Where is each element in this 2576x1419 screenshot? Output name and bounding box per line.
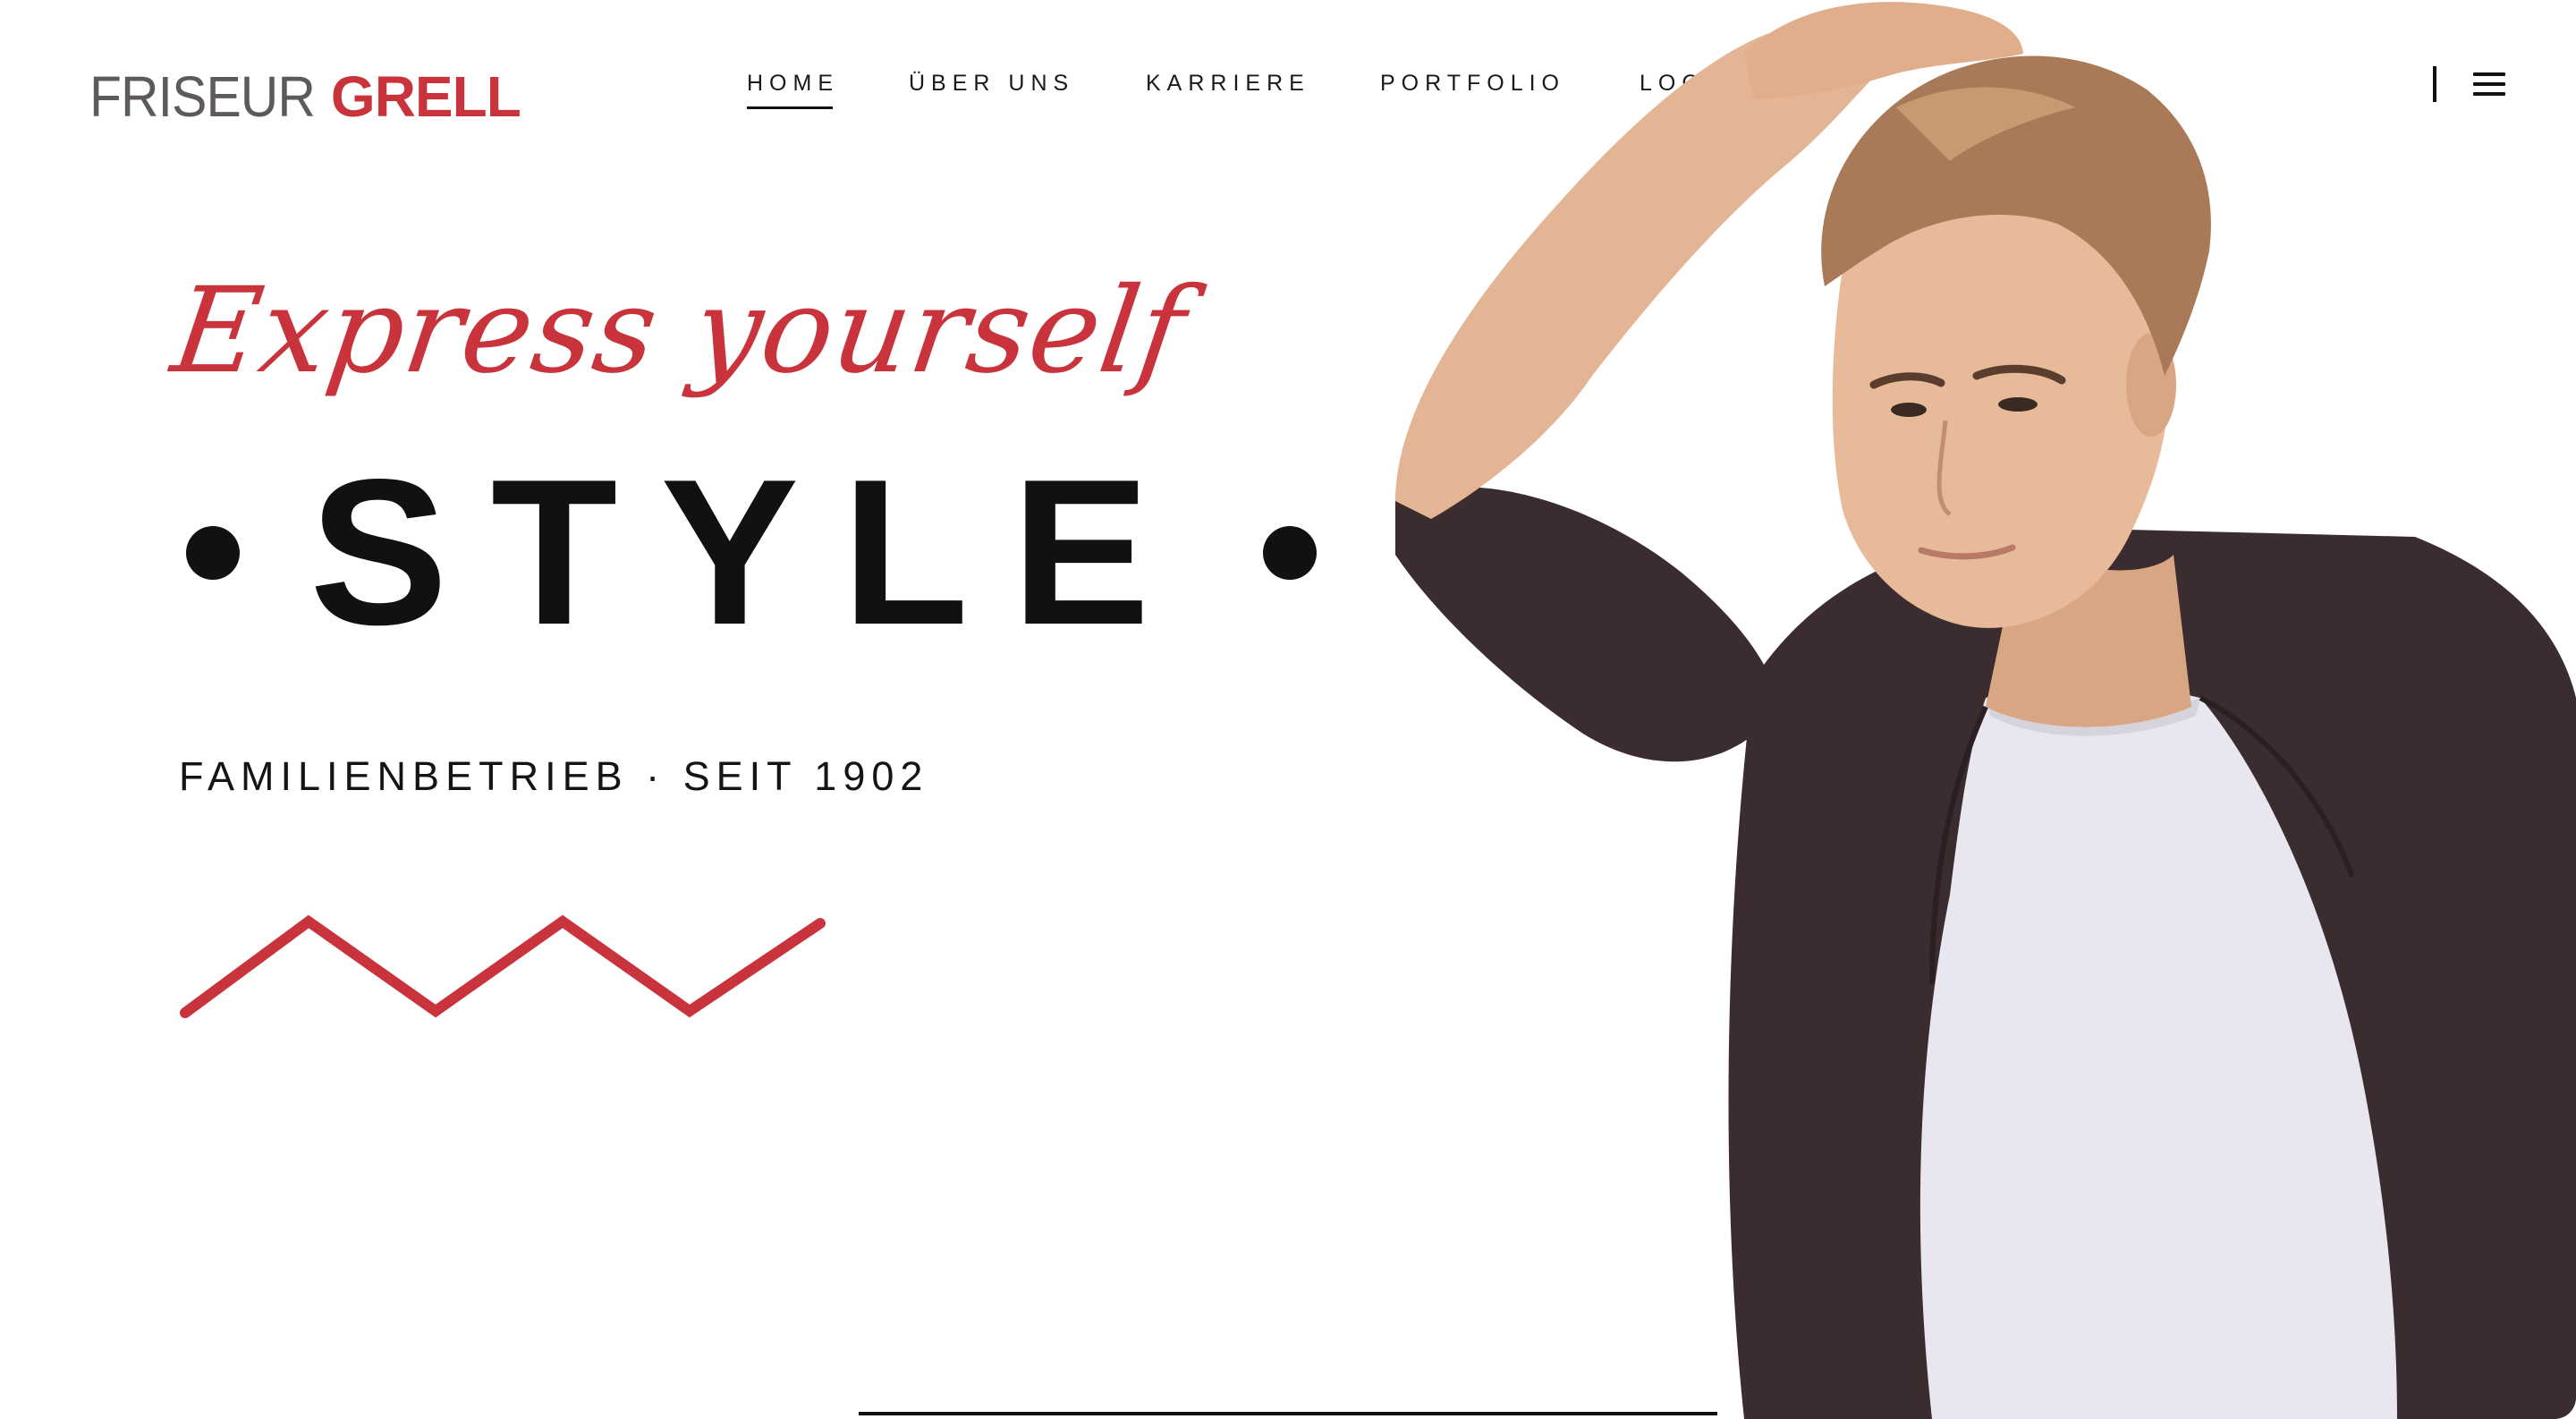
hamburger-menu-icon[interactable] (2473, 71, 2505, 98)
header-divider (2433, 66, 2436, 102)
hero-subline: FAMILIENBETRIEB · SEIT 1902 (179, 753, 929, 799)
arm-shape (1395, 26, 1896, 520)
page: FRISEUR GRELL HOME ÜBER UNS KARRIERE PORT… (0, 0, 2576, 1419)
hero-headline: STYLE (309, 437, 1193, 668)
nav-ueber-uns[interactable]: ÜBER UNS (909, 64, 1074, 102)
headline-dot-left (186, 526, 240, 580)
hero-headline-row: STYLE (186, 437, 1331, 668)
logo-bold-text: GRELL (330, 64, 521, 129)
logo[interactable]: FRISEUR GRELL (89, 61, 521, 132)
eye-left (1891, 403, 1927, 417)
hero-tagline: Express yourself (165, 262, 1194, 400)
eye-right (1998, 397, 2038, 412)
nav-karriere[interactable]: KARRIERE (1146, 64, 1310, 102)
zigzag-decoration (180, 914, 826, 1018)
hero-photo (1395, 2, 2576, 1419)
nav-home[interactable]: HOME (747, 64, 839, 109)
sleeve-shape (1395, 487, 1780, 762)
logo-light-text: FRISEUR (89, 64, 316, 129)
scroll-indicator (859, 1412, 1717, 1415)
headline-dot-right (1263, 526, 1317, 580)
